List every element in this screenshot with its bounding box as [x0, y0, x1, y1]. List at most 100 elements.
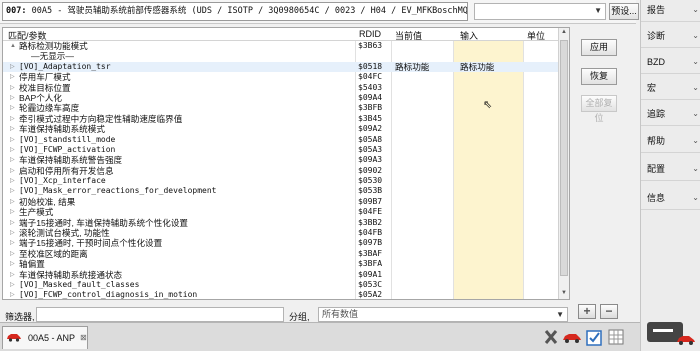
expand-icon[interactable]: ▷ [10, 83, 15, 93]
title-prefix: 007: [6, 6, 27, 16]
row-name: 牵引模式过程中方向稳定性辅助速度临界值 [19, 113, 183, 124]
expand-icon[interactable]: ▷ [10, 135, 15, 145]
expand-icon[interactable]: ▷ [10, 166, 15, 176]
menu-item-label: 宏 [647, 83, 657, 93]
table-row[interactable]: ▷ 生产模式 $04FE [3, 207, 559, 217]
table-row[interactable]: ▷ 滚轮测试台模式, 功能性 $04FB [3, 228, 559, 238]
row-rdid: $0518 [358, 61, 383, 71]
table-row[interactable]: ▷ 轴偏置 $3BFA [3, 259, 559, 269]
tab-label: 00A5 - ANP [28, 333, 76, 343]
scrollbar-thumb[interactable] [560, 40, 568, 276]
row-input-value[interactable]: 路标功能 [460, 62, 494, 72]
expand-icon[interactable]: ▷ [10, 270, 15, 280]
menu-item[interactable]: 报告 ⌄ [644, 0, 700, 20]
checklist-icon[interactable] [584, 327, 604, 347]
group-select[interactable]: 所有数值 ▼ [318, 307, 568, 322]
menu-item[interactable]: BZD ⌄ [644, 52, 700, 72]
menu-item[interactable]: 配置 ⌄ [644, 159, 700, 179]
expand-icon[interactable]: ▷ [10, 249, 15, 259]
table-row[interactable]: ▷ 端子15接通时, 干预时间点个性化设置 $097B [3, 238, 559, 248]
expand-icon[interactable]: ▲ [10, 41, 16, 51]
expand-icon[interactable]: ▷ [10, 145, 15, 155]
row-name: 轮霾边缘车高度 [19, 103, 80, 114]
preset-select[interactable]: ▼ [474, 3, 606, 20]
expand-icon[interactable]: ▷ [10, 62, 15, 72]
menu-item[interactable]: 追踪 ⌄ [644, 104, 700, 124]
table-row[interactable]: ▷ 车道保持辅助系统接通状态 $09A1 [3, 270, 559, 280]
menu-item-label: 信息 [647, 193, 666, 203]
close-tab-icon[interactable]: ⊠ [80, 327, 87, 349]
table-row[interactable]: ▷ 车道保持辅助系统模式 $09A2 [3, 124, 559, 134]
expand-icon[interactable]: ▷ [10, 72, 15, 82]
table-row[interactable]: ▷ 初始校准, 结果 $09B7 [3, 197, 559, 207]
table-body: ▲ 路标检测功能模式 $3B63 —无显示— ▷ [VO]_Adaptation_tsr $… [3, 41, 559, 299]
row-rdid: $05A3 [358, 144, 383, 154]
menu-item[interactable]: 信息 ⌄ [644, 188, 700, 208]
table-row[interactable]: ▲ 路标检测功能模式 $3B63 [3, 41, 559, 51]
preset-button[interactable]: 预设... [609, 3, 639, 20]
chevron-down-icon: ▼ [556, 310, 564, 319]
expand-icon[interactable]: ▷ [10, 218, 15, 228]
expand-icon[interactable]: ▷ [10, 290, 15, 299]
table-row[interactable]: ▷ [VO]_Mask_error_reactions_for_developme… [3, 186, 559, 196]
table-row[interactable]: ▷ [VO]_Xcp_interface $0530 [3, 176, 559, 186]
table-row[interactable]: ▷ 启动和停用所有开发信息 $0902 [3, 166, 559, 176]
table-row[interactable]: ▷ 车道保持辅助系统警告强度 $09A3 [3, 155, 559, 165]
close-tools-icon[interactable] [541, 327, 561, 347]
title-bar: 007: 00A5 - 驾驶员辅助系统前部传感器系统 (UDS / ISOTP … [0, 0, 639, 24]
grid-icon[interactable] [606, 327, 626, 347]
menu-item[interactable]: 帮助 ⌄ [644, 131, 700, 151]
table-row[interactable]: ▷ BAP个人化 $09A4 [3, 93, 559, 103]
row-name: BAP个人化 [19, 92, 62, 103]
reset-all-button[interactable]: 全部复位 [581, 95, 617, 123]
menu-item[interactable]: 宏 ⌄ [644, 78, 700, 98]
menu-divider [641, 125, 700, 126]
expand-icon[interactable]: ▷ [10, 124, 15, 134]
table-row[interactable]: ▷ 轮霾边缘车高度 $3BFB [3, 103, 559, 113]
menu-item-label: 诊断 [647, 31, 666, 41]
table-row[interactable]: ▷ [VO]_Masked_fault_classes $053C [3, 280, 559, 290]
add-button[interactable]: + [578, 304, 596, 319]
expand-icon[interactable]: ▷ [10, 176, 15, 186]
chevron-down-icon: ⌄ [692, 31, 699, 40]
chevron-down-icon: ⌄ [692, 5, 699, 14]
table-row[interactable]: ▷ [VO]_FCWP_control_diagnosis_in_motion $0… [3, 290, 559, 299]
expand-icon[interactable]: ▷ [10, 93, 15, 103]
table-row[interactable]: ▷ 至校准区域的距离 $3BAF [3, 249, 559, 259]
expand-icon[interactable]: ▷ [10, 155, 15, 165]
expand-icon[interactable]: ▷ [10, 197, 15, 207]
expand-icon[interactable]: ▷ [10, 238, 15, 248]
expand-icon[interactable]: ▷ [10, 114, 15, 124]
expand-icon[interactable]: ▷ [10, 186, 15, 196]
expand-icon[interactable]: ▷ [10, 259, 15, 269]
header-rdid[interactable]: RDID [359, 29, 381, 39]
remove-button[interactable]: − [600, 304, 618, 319]
table-row[interactable]: ▷ 停用车厂模式 $04FC [3, 72, 559, 82]
scroll-up-icon[interactable]: ▲ [560, 29, 568, 39]
expand-icon[interactable]: ▷ [10, 207, 15, 217]
filter-input[interactable] [36, 307, 284, 322]
vertical-scrollbar[interactable]: ▲ ▼ [558, 28, 569, 299]
table-row[interactable]: ▷ 端子15接通时, 车道保持辅助系统个性化设置 $3BB2 [3, 218, 559, 228]
table-row[interactable]: ▷ [VO]_FCWP_activation $05A3 [3, 145, 559, 155]
scroll-down-icon[interactable]: ▼ [560, 290, 568, 299]
menu-item[interactable]: 诊断 ⌄ [644, 26, 700, 46]
table-row[interactable]: ▷ 校准目标位置 $5403 [3, 83, 559, 93]
expand-icon[interactable]: ▷ [10, 280, 15, 290]
row-name: 停用车厂模式 [19, 72, 71, 83]
expand-icon[interactable]: ▷ [10, 103, 15, 113]
restore-button[interactable]: 恢复 [581, 68, 617, 85]
row-name: 初始校准, 结果 [19, 196, 76, 207]
table-row[interactable]: ▷ [VO]_standstill_mode $05A8 [3, 135, 559, 145]
table-row[interactable]: ▷ 牵引模式过程中方向稳定性辅助速度临界值 $3B45 [3, 114, 559, 124]
car-connect-icon[interactable] [562, 327, 582, 347]
row-name: 端子15接通时, 车道保持辅助系统个性化设置 [19, 217, 189, 228]
expand-icon[interactable]: ▷ [10, 228, 15, 238]
tab-00a5-anp[interactable]: 00A5 - ANP ⊠ [2, 326, 88, 349]
table-row[interactable]: ▷ [VO]_Adaptation_tsr $0518 路标功能 路标功能 [3, 61, 559, 73]
menu-item-label: 配置 [647, 164, 666, 174]
menu-divider [641, 99, 700, 100]
row-rdid: $3BFB [358, 103, 383, 113]
table-row[interactable]: —无显示— [3, 51, 559, 61]
apply-button[interactable]: 应用 [581, 39, 617, 56]
